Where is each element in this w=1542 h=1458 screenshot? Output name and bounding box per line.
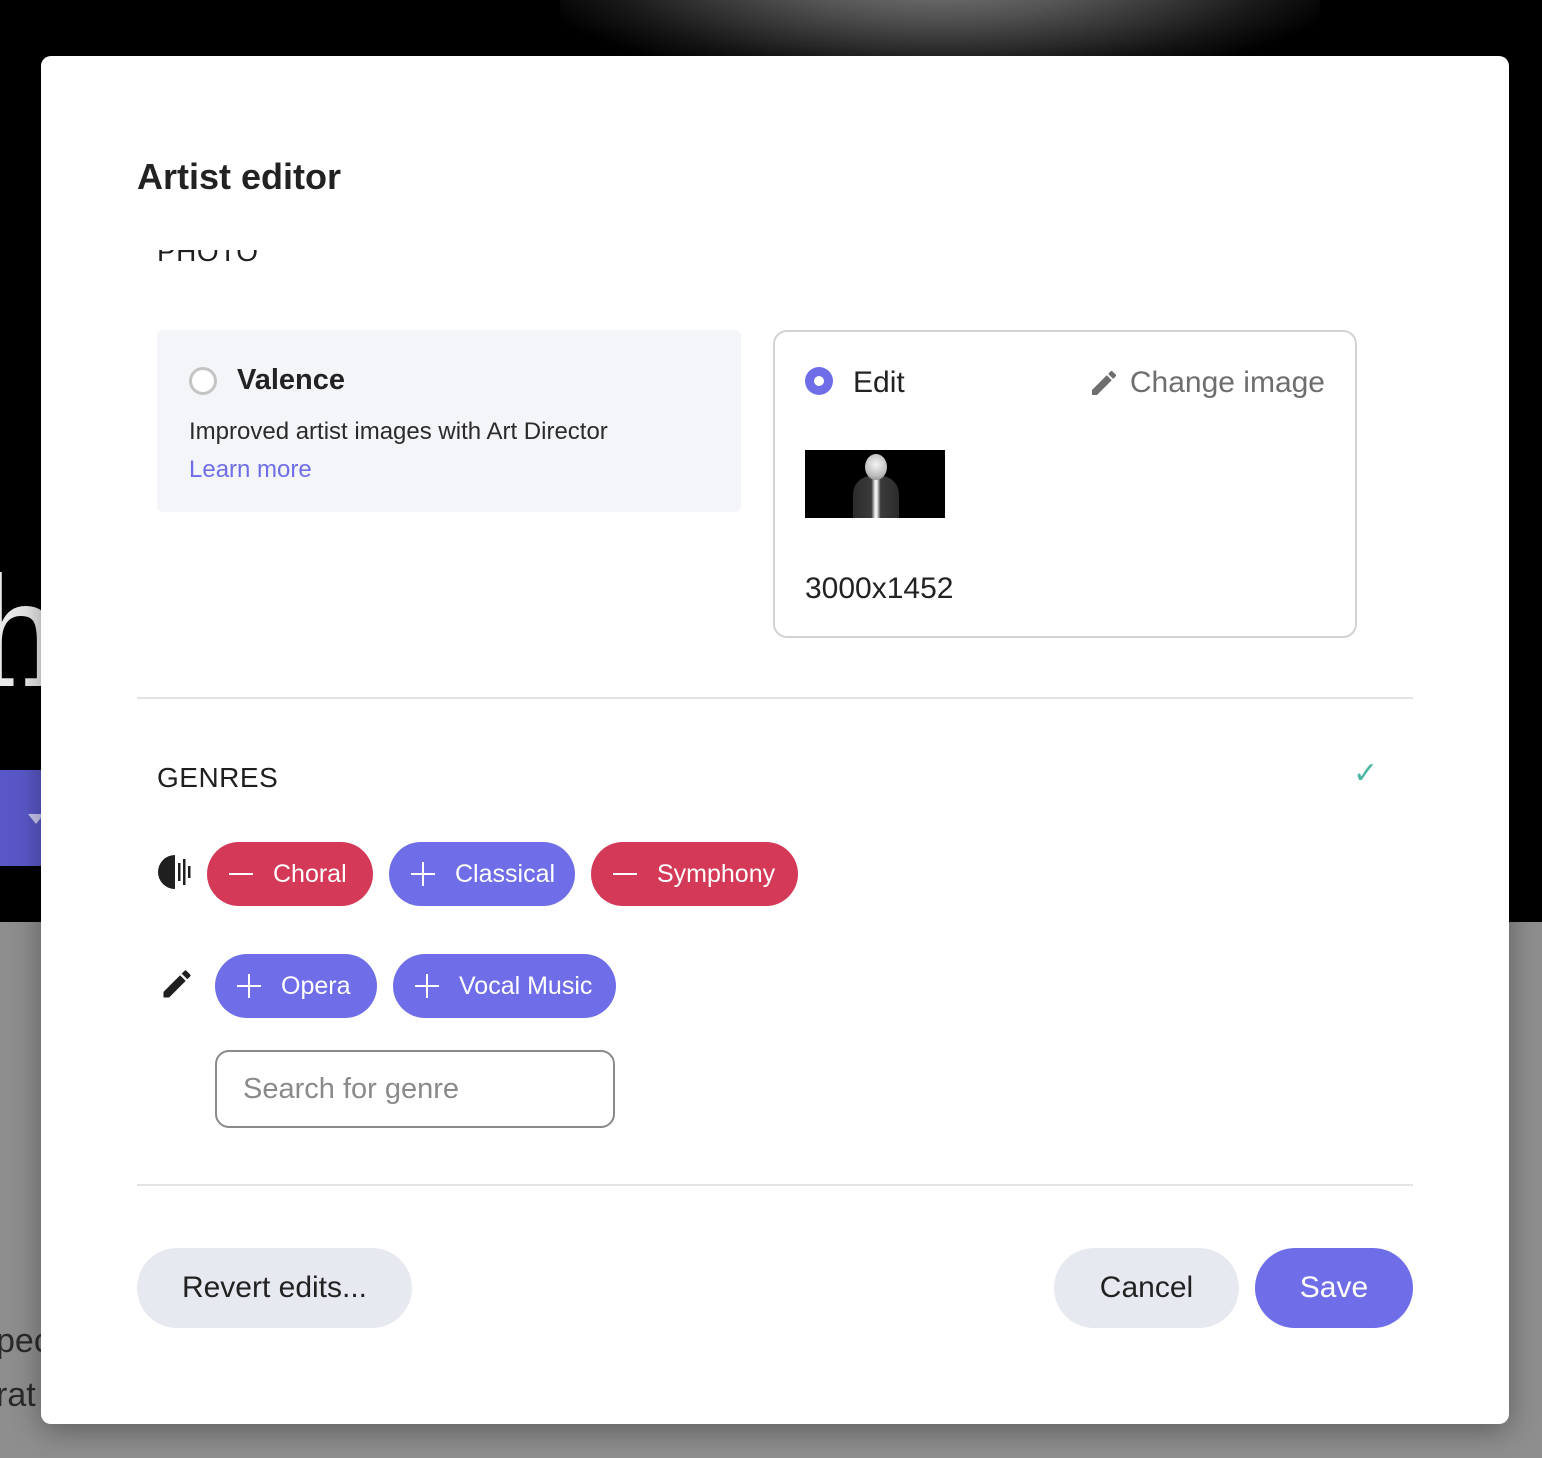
pencil-icon: [163, 970, 191, 998]
valence-description: Improved artist images with Art Director: [189, 418, 608, 445]
photo-section-label: PHOTO: [157, 250, 259, 280]
artist-editor-dialog: Artist editor PHOTO Valence Improved art…: [41, 56, 1509, 1424]
thumbnail-figure-head: [865, 454, 887, 480]
section-divider: [137, 697, 1413, 699]
genre-chip-classical[interactable]: Classical: [389, 842, 575, 906]
minus-icon: [229, 861, 255, 887]
minus-icon: [613, 861, 639, 887]
genre-chip-label: Symphony: [657, 859, 776, 888]
photo-section-label-text: PHOTO: [157, 250, 259, 267]
change-image-button[interactable]: Change image: [1088, 366, 1325, 400]
genre-chip-opera[interactable]: Opera: [215, 954, 377, 1018]
edit-title: Edit: [853, 366, 905, 399]
plus-icon: [237, 973, 263, 999]
image-dimensions: 3000x1452: [805, 572, 954, 605]
background-text-line: rat: [0, 1376, 36, 1414]
audio-waveform-icon: [158, 855, 191, 889]
dialog-title: Artist editor: [137, 156, 342, 197]
valence-option-card[interactable]: Valence Improved artist images with Art …: [157, 330, 741, 512]
thumbnail-figure-body: [853, 476, 899, 518]
genre-chip-choral[interactable]: Choral: [207, 842, 373, 906]
genre-chip-label: Classical: [455, 859, 556, 888]
edit-radio[interactable]: [805, 367, 833, 395]
genre-chip-vocal-music[interactable]: Vocal Music: [393, 954, 616, 1018]
edit-option-card[interactable]: Edit Change image 3000x1452: [773, 330, 1357, 638]
cancel-button[interactable]: Cancel: [1054, 1248, 1239, 1328]
save-button[interactable]: Save: [1255, 1248, 1413, 1328]
valence-title: Valence: [237, 364, 346, 396]
change-image-label: Change image: [1129, 366, 1325, 399]
genre-chip-label: Choral: [273, 859, 347, 888]
genre-chip-label: Vocal Music: [459, 971, 593, 1000]
revert-edits-button[interactable]: Revert edits...: [137, 1248, 412, 1328]
valence-radio[interactable]: [189, 367, 217, 395]
learn-more-link[interactable]: Learn more: [189, 456, 312, 484]
genre-chip-label: Opera: [281, 971, 351, 1000]
section-divider: [137, 1184, 1413, 1186]
plus-icon: [415, 973, 441, 999]
check-icon: ✓: [1353, 757, 1379, 790]
genres-section-label: GENRES: [157, 762, 279, 793]
pencil-icon: [1091, 370, 1116, 395]
plus-icon: [411, 861, 437, 887]
artist-photo-thumbnail: [805, 450, 945, 518]
genre-chip-symphony[interactable]: Symphony: [591, 842, 798, 906]
genre-search-input[interactable]: [215, 1050, 615, 1128]
